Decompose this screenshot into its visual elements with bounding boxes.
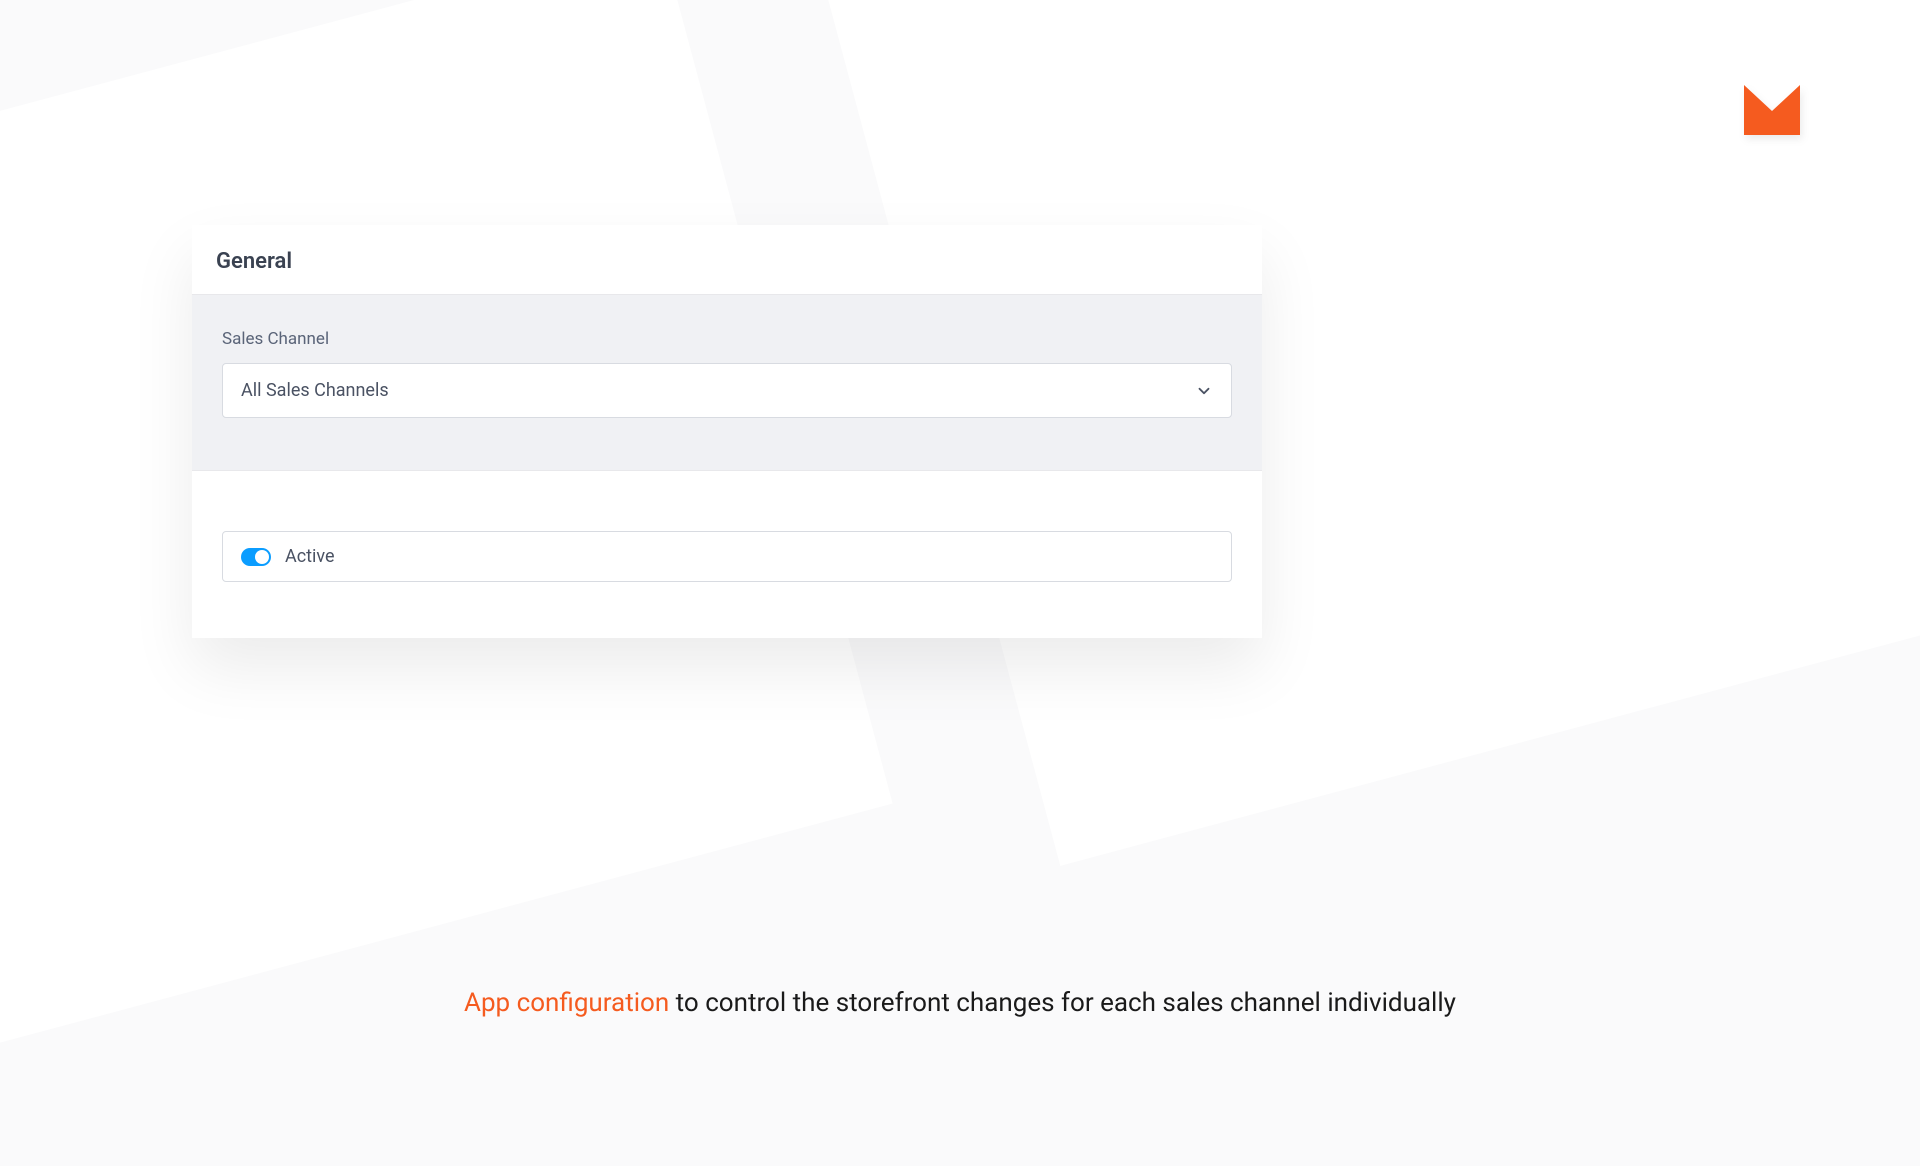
active-toggle-row: Active [222, 531, 1232, 582]
crown-logo-icon [1742, 85, 1802, 141]
settings-card: General Sales Channel All Sales Channels… [192, 225, 1262, 638]
card-title: General [216, 249, 1238, 274]
active-toggle[interactable] [241, 548, 271, 566]
brand-logo [1742, 85, 1802, 141]
active-section: Active [192, 471, 1262, 638]
caption: App configuration to control the storefr… [0, 988, 1920, 1018]
sales-channel-section: Sales Channel All Sales Channels [192, 295, 1262, 471]
caption-rest: to control the storefront changes for ea… [669, 988, 1456, 1018]
sales-channel-select-wrapper: All Sales Channels [222, 363, 1232, 418]
caption-highlight: App configuration [464, 988, 669, 1018]
toggle-knob [255, 550, 269, 564]
sales-channel-label: Sales Channel [222, 329, 1232, 349]
active-toggle-label: Active [285, 546, 335, 567]
card-header: General [192, 225, 1262, 295]
chevron-down-icon [1195, 382, 1213, 400]
sales-channel-selected-value: All Sales Channels [241, 380, 389, 401]
sales-channel-select[interactable]: All Sales Channels [222, 363, 1232, 418]
